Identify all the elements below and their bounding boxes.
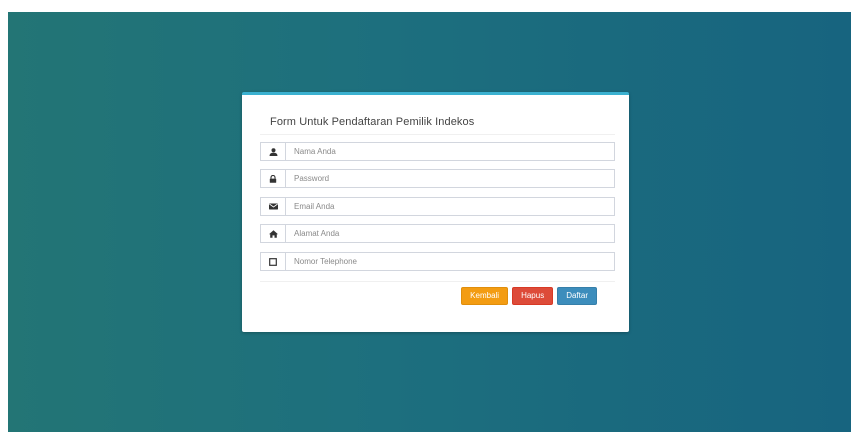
home-icon (260, 224, 285, 243)
form-actions: Kembali Hapus Daftar (461, 287, 597, 305)
password-field-group (260, 169, 615, 188)
title-divider (260, 134, 615, 135)
email-input[interactable] (285, 197, 615, 216)
page-background: Form Untuk Pendaftaran Pemilik Indekos N… (8, 12, 851, 432)
envelope-icon (260, 197, 285, 216)
email-field-group (260, 197, 615, 216)
user-icon (260, 142, 285, 161)
phone-icon (260, 252, 285, 271)
lock-icon (260, 169, 285, 188)
phone-field-group (260, 252, 615, 271)
button-divider (260, 281, 615, 282)
name-field-group (260, 142, 615, 161)
register-button[interactable]: Daftar (557, 287, 597, 305)
name-input[interactable] (285, 142, 615, 161)
clear-button[interactable]: Hapus (512, 287, 554, 305)
address-input[interactable] (285, 224, 615, 243)
registration-form-card: Form Untuk Pendaftaran Pemilik Indekos N… (242, 92, 629, 332)
back-button[interactable]: Kembali (461, 287, 509, 305)
address-field-group (260, 224, 615, 243)
form-title: Form Untuk Pendaftaran Pemilik Indekos (270, 116, 475, 128)
phone-input[interactable] (285, 252, 615, 271)
password-input[interactable] (285, 169, 615, 188)
